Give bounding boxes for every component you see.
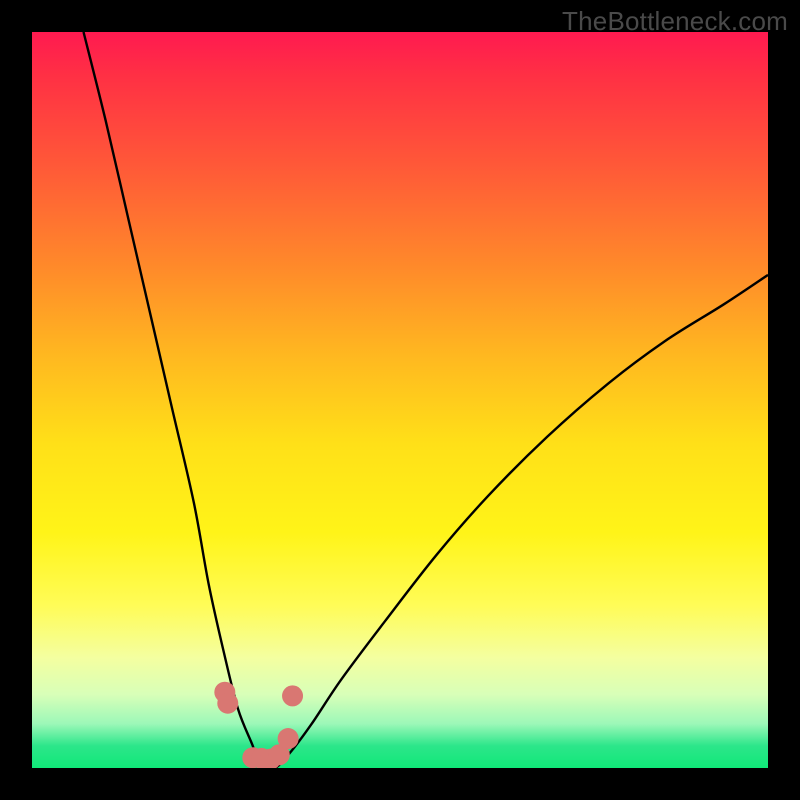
marker-dot xyxy=(282,685,303,706)
marker-dot xyxy=(278,728,299,749)
marker-dots xyxy=(214,682,303,768)
chart-svg xyxy=(32,32,768,768)
bottleneck-curve xyxy=(84,32,768,768)
marker-dot xyxy=(217,693,238,714)
watermark-label: TheBottleneck.com xyxy=(562,6,788,37)
bottleneck-curve-path xyxy=(84,32,768,768)
chart-frame: TheBottleneck.com xyxy=(0,0,800,800)
plot-area xyxy=(32,32,768,768)
